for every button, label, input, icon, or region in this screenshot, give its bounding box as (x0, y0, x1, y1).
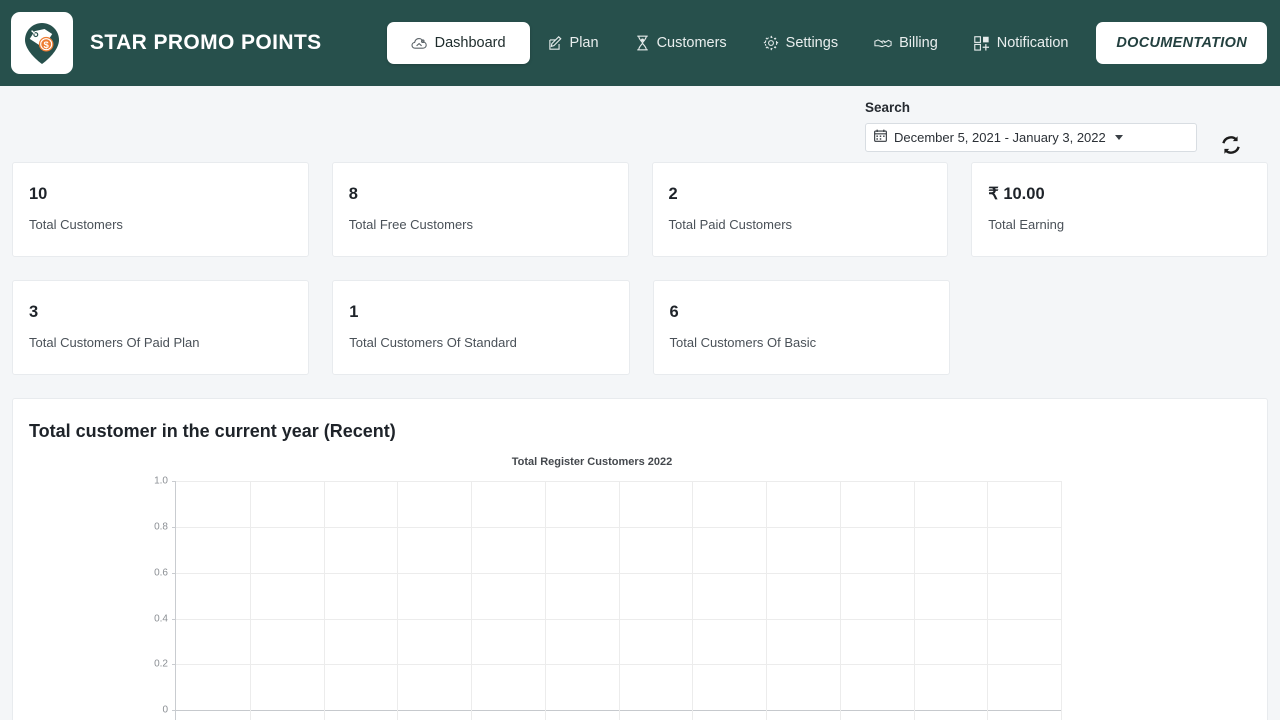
stat-value: 3 (29, 303, 39, 322)
chart-y-tick-label: 1.0 (154, 475, 168, 487)
chart-gridline-vertical (1061, 481, 1062, 720)
stat-value: 2 (668, 185, 678, 203)
chart-panel: Total customer in the current year (Rece… (12, 398, 1268, 720)
customers-icon (635, 35, 650, 51)
svg-text:$: $ (44, 40, 50, 51)
nav-item-customers[interactable]: Customers (617, 22, 745, 64)
calendar-icon (874, 129, 887, 147)
chart-y-tick-label: 0.4 (154, 613, 168, 625)
handshake-icon (874, 37, 892, 50)
chart-y-tickmark (172, 619, 176, 621)
documentation-button[interactable]: DOCUMENTATION (1096, 22, 1267, 64)
chart-y-tick-label: 0 (162, 704, 168, 716)
edit-square-icon (548, 35, 563, 51)
chart-y-tickmark (172, 664, 176, 666)
stats-row-2: 3 Total Customers Of Paid Plan 1 Total C… (0, 280, 1280, 376)
stat-label: Total Customers Of Standard (349, 335, 517, 351)
brand-name: STAR PROMO POINTS (90, 31, 322, 54)
stat-card-total-customers-basic: 6 Total Customers Of Basic (652, 280, 950, 376)
nav-label-dashboard: Dashboard (434, 35, 506, 51)
stat-card-total-customers-standard: 1 Total Customers Of Standard (332, 280, 630, 376)
chart-gridline-vertical (619, 481, 620, 720)
stat-card-total-earning: ₹ 10.00 Total Earning (971, 162, 1268, 258)
chart-gridline-vertical (987, 481, 988, 720)
search-label: Search (865, 100, 911, 115)
chart-y-tickmark (172, 573, 176, 575)
stat-value: 1 (349, 303, 359, 322)
stat-value: 6 (669, 303, 679, 322)
chart-gridline-vertical (471, 481, 472, 720)
chart-gridline-vertical (914, 481, 915, 720)
chart-title: Total Register Customers 2022 (511, 456, 673, 469)
search-section: Search December 5, 2021 - January 3, 202… (865, 100, 1197, 152)
chart-gridline-vertical (250, 481, 251, 720)
stat-label: Total Earning (988, 217, 1065, 233)
chart: Total Register Customers 2022 1.0 0.8 0.6 0… (124, 456, 1074, 720)
top-navigation-bar: $ STAR PROMO POINTS Dashboard Plan Custo… (0, 0, 1280, 86)
nav-label-plan: Plan (569, 35, 599, 51)
refresh-icon (1219, 136, 1243, 160)
chart-gridline-vertical (545, 481, 546, 720)
chart-y-tick-label: 0.8 (154, 521, 168, 533)
nav-item-notification[interactable]: Notification (956, 22, 1087, 64)
gear-icon (763, 35, 779, 51)
refresh-button[interactable] (1219, 133, 1243, 160)
stat-label: Total Customers Of Basic (669, 335, 817, 351)
stats-row-1: 10 Total Customers 8 Total Free Customer… (0, 162, 1280, 258)
chart-plot-area: 1.00.80.60.40.20-0.2 (154, 476, 1062, 720)
nav-label-notification: Notification (996, 35, 1069, 51)
chart-panel-heading: Total customer in the current year (Rece… (29, 421, 396, 442)
chart-y-tickmark (172, 527, 176, 529)
stat-label: Total Customers Of Paid Plan (29, 335, 200, 351)
date-range-input[interactable]: December 5, 2021 - January 3, 2022 (865, 123, 1197, 152)
chart-y-tick-label: 0.2 (154, 658, 168, 670)
stat-value: 8 (348, 185, 358, 203)
stat-card-total-customers: 10 Total Customers (12, 162, 309, 258)
nav-label-settings: Settings (785, 35, 839, 51)
stat-label: Total Paid Customers (668, 217, 793, 233)
chart-y-tickmark (172, 481, 176, 483)
stat-label: Total Free Customers (348, 217, 474, 233)
chart-y-tickmark (172, 710, 176, 712)
dashboard-cloud-icon (411, 36, 428, 51)
nav-label-billing: Billing (899, 35, 938, 51)
main-nav: Dashboard Plan Customers Settings Billin… (386, 22, 1087, 64)
stats-row-2-spacer (973, 280, 1268, 375)
search-row: Search December 5, 2021 - January 3, 202… (0, 86, 1280, 162)
chart-gridline-vertical (840, 481, 841, 720)
stat-value: 10 (29, 185, 48, 203)
grid-plus-icon (973, 35, 990, 51)
stat-card-total-free-customers: 8 Total Free Customers (331, 162, 629, 258)
stat-label: Total Customers (29, 217, 123, 233)
chart-y-tick-label: 0.6 (154, 567, 168, 579)
chevron-down-icon (1114, 135, 1123, 140)
nav-item-settings[interactable]: Settings (745, 22, 856, 64)
stat-card-total-customers-paid-plan: 3 Total Customers Of Paid Plan (12, 280, 310, 376)
nav-item-plan[interactable]: Plan (530, 22, 617, 64)
app-logo: $ (11, 12, 73, 74)
nav-item-dashboard[interactable]: Dashboard (386, 22, 530, 64)
chart-gridline-vertical (324, 481, 325, 720)
chart-gridline-vertical (766, 481, 767, 720)
date-range-value: December 5, 2021 - January 3, 2022 (894, 130, 1106, 145)
brand: $ STAR PROMO POINTS (11, 12, 322, 74)
stat-value: ₹ 10.00 (988, 185, 1045, 203)
nav-item-billing[interactable]: Billing (856, 22, 956, 64)
chart-gridline-vertical (692, 481, 693, 720)
nav-label-customers: Customers (656, 35, 727, 51)
stat-card-total-paid-customers: 2 Total Paid Customers (651, 162, 949, 258)
price-tag-location-pin-icon: $ (19, 20, 65, 66)
chart-gridline-vertical (397, 481, 398, 720)
